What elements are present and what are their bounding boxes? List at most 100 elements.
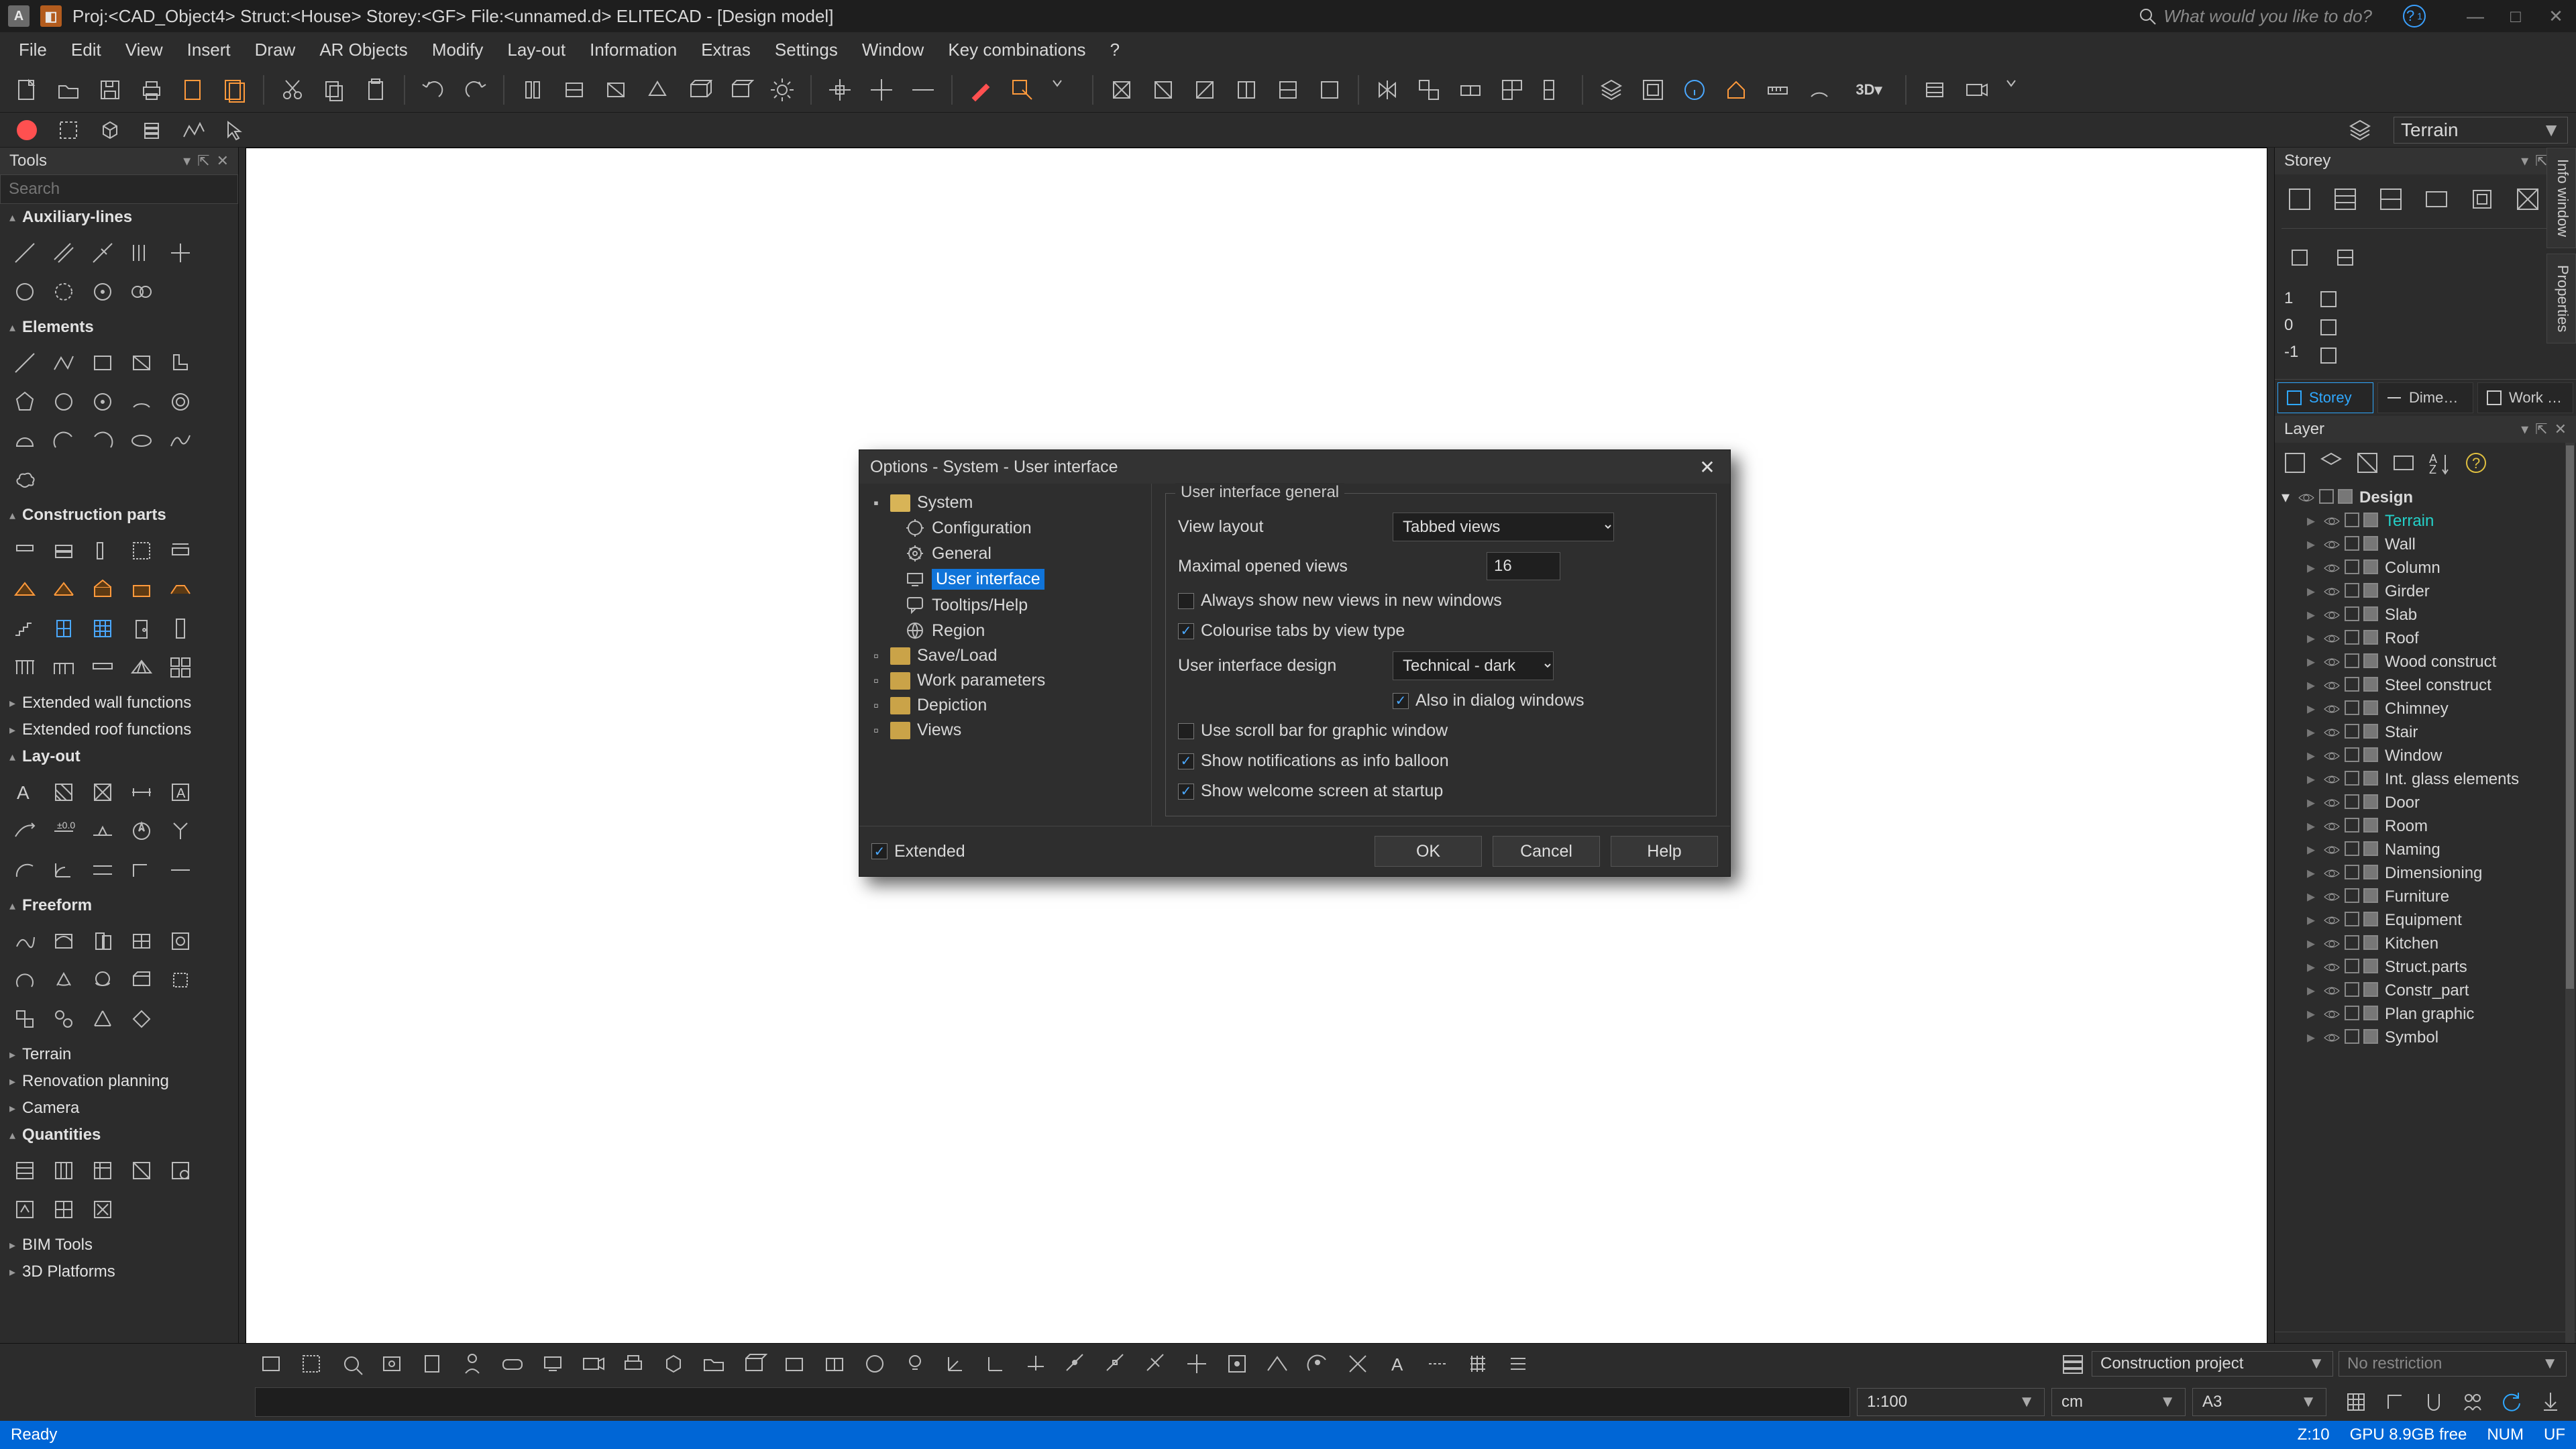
elem-rect-rot-icon[interactable]	[123, 345, 160, 381]
bt-hatch-icon[interactable]	[1501, 1346, 1536, 1381]
layer-sort-icon[interactable]: AZ	[2426, 449, 2453, 476]
menu-view[interactable]: View	[125, 40, 163, 60]
bt1-icon[interactable]	[254, 1346, 288, 1381]
always-new-windows-checkbox[interactable]: Always show new views in new windows	[1178, 591, 1502, 610]
group-icon[interactable]	[1634, 71, 1672, 109]
storey-pin-icon[interactable]: ⇱	[2535, 152, 2547, 170]
mirror-icon[interactable]	[1368, 71, 1406, 109]
dup4-icon[interactable]	[1535, 71, 1572, 109]
tree-region[interactable]: Region	[865, 618, 1146, 643]
bt-folder-icon[interactable]	[696, 1346, 731, 1381]
bt-snap1-icon[interactable]	[1059, 1346, 1093, 1381]
bt-snap3-icon[interactable]	[1139, 1346, 1174, 1381]
bt-snap6-icon[interactable]	[1260, 1346, 1295, 1381]
cat-renovation[interactable]: Renovation planning	[0, 1068, 238, 1095]
tab-dimensions[interactable]: Dime…	[2377, 382, 2473, 413]
menu-window[interactable]: Window	[862, 40, 924, 60]
bt-axes1-icon[interactable]	[938, 1346, 973, 1381]
ff3-icon[interactable]	[85, 923, 121, 959]
dropdown-small[interactable]	[1045, 71, 1083, 109]
max-views-input[interactable]	[1487, 552, 1560, 580]
pen-icon[interactable]	[962, 71, 1000, 109]
layer-item[interactable]: ▸Girder	[2279, 580, 2572, 603]
arc-icon[interactable]	[1801, 71, 1838, 109]
elem-l-icon[interactable]	[162, 345, 199, 381]
view-layout-select[interactable]: Tabbed views	[1393, 513, 1614, 541]
layer-stack-icon[interactable]	[1593, 71, 1630, 109]
lo-arc-dim-icon[interactable]	[7, 852, 43, 888]
bt-box3-icon[interactable]	[777, 1346, 812, 1381]
menu-help[interactable]: ?	[1110, 40, 1120, 60]
layer-help-icon[interactable]: ?	[2463, 449, 2489, 476]
lo-hatch2-icon[interactable]	[85, 774, 121, 810]
layer-item[interactable]: ▸Wall	[2279, 533, 2572, 556]
bt-snap4-icon[interactable]	[1179, 1346, 1214, 1381]
menu-ar-objects[interactable]: AR Objects	[319, 40, 408, 60]
bt-printer-icon[interactable]	[616, 1346, 651, 1381]
layer-tree[interactable]: ▾Design▸Terrain▸Wall▸Column▸Girder▸Slab▸…	[2275, 483, 2576, 1332]
bt-snap8-icon[interactable]	[1340, 1346, 1375, 1381]
close-button[interactable]: ✕	[2544, 6, 2568, 27]
cp-rail1-icon[interactable]	[7, 649, 43, 686]
menu-settings[interactable]: Settings	[775, 40, 838, 60]
menu-draw[interactable]: Draw	[255, 40, 296, 60]
cat-bim-tools[interactable]: BIM Tools	[0, 1232, 238, 1258]
lo-north-icon[interactable]	[123, 813, 160, 849]
tell-me-search[interactable]: What would you like to do?	[2138, 6, 2372, 27]
bt-light-icon[interactable]	[898, 1346, 932, 1381]
elem-cloud-icon[interactable]	[7, 462, 43, 498]
storey-i6-icon[interactable]	[2510, 181, 2546, 217]
menu-insert[interactable]: Insert	[187, 40, 231, 60]
sheet-selector[interactable]: A3▼	[2192, 1388, 2326, 1416]
cat-elements[interactable]: Elements	[0, 314, 238, 341]
cp-roof1-icon[interactable]	[7, 572, 43, 608]
center-cross-icon[interactable]	[863, 71, 900, 109]
cp-roof2-icon[interactable]	[46, 572, 82, 608]
elem-line-icon[interactable]	[7, 345, 43, 381]
aux-lines4-icon[interactable]	[123, 235, 160, 271]
aux-circle-icon[interactable]	[7, 274, 43, 310]
lo-hatch1-icon[interactable]	[46, 774, 82, 810]
elem-ellipse-arc-icon[interactable]	[123, 384, 160, 420]
download-icon[interactable]	[2534, 1386, 2567, 1418]
layer-item[interactable]: ▸Kitchen	[2279, 932, 2572, 955]
boxx5-icon[interactable]	[1269, 71, 1307, 109]
elem-ring-icon[interactable]	[162, 384, 199, 420]
cp-rail2-icon[interactable]	[46, 649, 82, 686]
boxx4-icon[interactable]	[1228, 71, 1265, 109]
menu-key-combinations[interactable]: Key combinations	[948, 40, 1085, 60]
bt-snap7-icon[interactable]	[1300, 1346, 1335, 1381]
ortho-icon[interactable]	[2379, 1386, 2411, 1418]
shade-icon[interactable]	[597, 71, 635, 109]
print-icon[interactable]	[133, 71, 170, 109]
bt-grid-icon[interactable]	[1461, 1346, 1496, 1381]
notifications-checkbox[interactable]: ✓Show notifications as info balloon	[1178, 751, 1449, 771]
layer-item[interactable]: ▸Roof	[2279, 627, 2572, 650]
cube-icon[interactable]	[91, 111, 129, 149]
layer-item[interactable]: ▸Furniture	[2279, 885, 2572, 908]
cat-freeform[interactable]: Freeform	[0, 892, 238, 919]
layer-item[interactable]: ▸Chimney	[2279, 697, 2572, 720]
ff12-icon[interactable]	[46, 1001, 82, 1037]
panel-close-icon[interactable]: ✕	[217, 152, 229, 170]
home-icon[interactable]	[1717, 71, 1755, 109]
layer-item[interactable]: ▸Door	[2279, 791, 2572, 814]
tree-saveload[interactable]: ▫Save/Load	[865, 643, 1146, 668]
layer-item[interactable]: ▸Naming	[2279, 838, 2572, 861]
bt-vr-icon[interactable]	[495, 1346, 530, 1381]
aux-circles-icon[interactable]	[123, 274, 160, 310]
elem-spline-icon[interactable]	[162, 423, 199, 459]
bt5-icon[interactable]	[415, 1346, 449, 1381]
boxx6-icon[interactable]	[1311, 71, 1348, 109]
wall-render-icon[interactable]	[555, 71, 593, 109]
dropdown-small2[interactable]	[1999, 71, 2037, 109]
boxx2-icon[interactable]	[1144, 71, 1182, 109]
layer-item[interactable]: ▸Plan graphic	[2279, 1002, 2572, 1026]
select-rect-icon[interactable]	[50, 111, 87, 149]
layer-item[interactable]: ▸Stair	[2279, 720, 2572, 744]
panel-pin-icon[interactable]: ⇱	[197, 152, 209, 170]
aux-circle-dash-icon[interactable]	[46, 274, 82, 310]
command-input[interactable]	[255, 1387, 1850, 1417]
layer-i4-icon[interactable]	[2390, 449, 2417, 476]
elem-circle-ctr-icon[interactable]	[85, 384, 121, 420]
